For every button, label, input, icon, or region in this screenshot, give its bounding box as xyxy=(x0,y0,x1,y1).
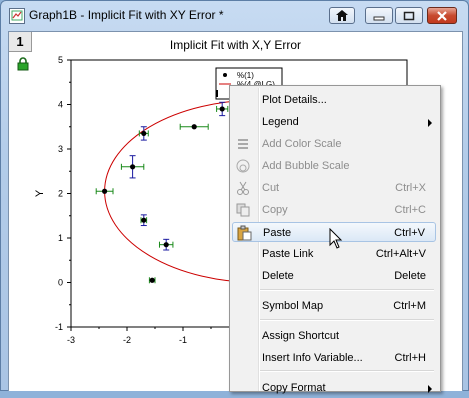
menu-item-label: Copy xyxy=(262,204,288,216)
data-marker xyxy=(149,277,155,283)
minimize-button[interactable] xyxy=(365,7,393,24)
bubble-scale-icon xyxy=(235,158,251,174)
menu-item-assign-shortcut[interactable]: Assign Shortcut xyxy=(232,326,436,346)
close-button[interactable] xyxy=(427,7,457,24)
menu-separator xyxy=(260,370,434,372)
close-icon xyxy=(437,10,447,21)
menu-item-label: Paste xyxy=(263,227,292,239)
menu-item-label: Symbol Map xyxy=(262,300,324,312)
menu-item-add-color-scale: Add Color Scale xyxy=(232,134,436,154)
menu-item-shortcut: Delete xyxy=(394,270,426,282)
home-icon xyxy=(336,10,348,21)
menu-item-symbol-map[interactable]: Symbol Map Ctrl+M xyxy=(232,296,436,316)
menu-item-shortcut: Ctrl+V xyxy=(394,227,425,239)
menu-item-shortcut: Ctrl+C xyxy=(394,204,426,216)
x-tick-label: -3 xyxy=(67,335,75,345)
menu-item-label: Delete xyxy=(262,270,294,282)
window-title: Graph1B - Implicit Fit with XY Error * xyxy=(29,8,224,22)
menu-item-label: Paste Link xyxy=(262,248,314,260)
y-tick-label: 4 xyxy=(58,100,63,110)
graph-window-icon[interactable] xyxy=(9,8,25,24)
maximize-button[interactable] xyxy=(395,7,423,24)
data-point xyxy=(148,277,156,284)
menu-item-delete[interactable]: Delete Delete xyxy=(232,266,436,286)
menu-item-label: Legend xyxy=(262,116,299,128)
data-point xyxy=(158,238,174,251)
x-tick-label: -1 xyxy=(179,335,187,345)
data-marker xyxy=(219,106,225,112)
menu-item-label: Add Color Scale xyxy=(262,138,342,150)
data-marker xyxy=(130,164,136,170)
menu-item-label: Insert Info Variable... xyxy=(262,352,363,364)
menu-item-add-bubble-scale: Add Bubble Scale xyxy=(232,156,436,176)
y-tick-label: 2 xyxy=(58,189,63,199)
paste-icon xyxy=(236,225,252,241)
mouse-cursor-icon xyxy=(329,228,343,249)
menu-item-label: Assign Shortcut xyxy=(262,330,340,342)
menu-item-label: Cut xyxy=(262,182,280,194)
title-bar[interactable]: Graph1B - Implicit Fit with XY Error * xyxy=(1,1,468,29)
menu-separator xyxy=(260,289,434,291)
data-marker xyxy=(163,242,169,248)
submenu-arrow-icon xyxy=(428,385,432,393)
legend-entry: %(1) xyxy=(237,71,254,80)
color-scale-icon xyxy=(235,136,251,152)
menu-item-cut: Cut Ctrl+X xyxy=(232,178,436,198)
data-point xyxy=(179,123,209,130)
y-tick-label: 0 xyxy=(58,278,63,288)
data-point xyxy=(140,214,148,227)
menu-item-shortcut: Ctrl+Alt+V xyxy=(375,248,426,260)
y-tick-label: 5 xyxy=(58,55,63,65)
data-marker xyxy=(191,124,197,130)
data-marker xyxy=(141,217,147,223)
legend-marker xyxy=(223,73,227,77)
submenu-arrow-icon xyxy=(428,119,432,127)
menu-item-insert-info-variable[interactable]: Insert Info Variable... Ctrl+H xyxy=(232,348,436,368)
menu-item-label: Add Bubble Scale xyxy=(262,160,350,172)
x-tick-label: -2 xyxy=(123,335,131,345)
scissors-icon xyxy=(235,180,251,196)
y-tick-label: -1 xyxy=(55,322,63,332)
data-point xyxy=(120,155,145,179)
data-point xyxy=(95,188,114,195)
menu-item-label: Plot Details... xyxy=(262,94,327,106)
menu-item-shortcut: Ctrl+M xyxy=(393,300,426,312)
data-point xyxy=(216,101,229,117)
data-marker xyxy=(141,130,147,137)
menu-item-copy-format[interactable]: Copy Format xyxy=(232,378,436,398)
minimize-icon xyxy=(373,16,385,20)
y-tick-label: 3 xyxy=(58,144,63,154)
y-tick-label: 1 xyxy=(58,233,63,243)
menu-item-shortcut: Ctrl+H xyxy=(394,352,426,364)
menu-item-copy: Copy Ctrl+C xyxy=(232,200,436,220)
maximize-icon xyxy=(403,11,415,20)
data-marker xyxy=(102,188,108,194)
menu-item-legend[interactable]: Legend xyxy=(232,112,436,132)
y-axis-label: Y xyxy=(34,189,46,197)
menu-item-plot-details[interactable]: Plot Details... xyxy=(232,90,436,110)
menu-item-label: Copy Format xyxy=(262,382,326,394)
home-button[interactable] xyxy=(329,7,355,24)
menu-separator xyxy=(260,319,434,321)
menu-item-shortcut: Ctrl+X xyxy=(395,182,426,194)
copy-icon xyxy=(235,202,251,218)
